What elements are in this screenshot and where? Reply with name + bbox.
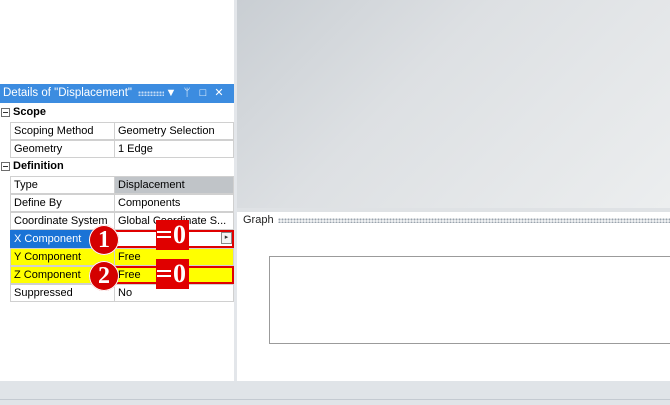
details-title: Details of "Displacement" <box>3 87 132 99</box>
tree-area-blank <box>0 0 234 82</box>
zero-value-callout-2: 0 <box>156 259 189 289</box>
row-scoping-method[interactable]: Scoping Method Geometry Selection <box>0 122 234 140</box>
row-suppressed[interactable]: Suppressed No <box>0 284 234 302</box>
equals-sign-icon <box>157 231 171 238</box>
property-name: Define By <box>10 194 114 212</box>
row-y-component[interactable]: Y Component Free <box>0 248 234 266</box>
property-name: Geometry <box>10 140 114 158</box>
property-value[interactable]: Displacement <box>114 176 234 194</box>
callout-value: 0 <box>173 259 186 288</box>
collapse-icon[interactable] <box>1 162 10 171</box>
graph-grip[interactable] <box>278 218 670 223</box>
row-type[interactable]: Type Displacement <box>0 176 234 194</box>
property-value[interactable]: Components <box>114 194 234 212</box>
status-bar-divider <box>0 399 670 400</box>
step-marker-1: 1 <box>89 225 119 255</box>
row-geometry[interactable]: Geometry 1 Edge <box>0 140 234 158</box>
close-icon[interactable]: ✕ <box>212 86 226 101</box>
pin-icon[interactable]: ᛘ <box>180 86 194 101</box>
geometry-viewport[interactable] <box>237 0 670 208</box>
category-label: Scope <box>13 106 47 118</box>
category-scope[interactable]: Scope <box>0 104 234 122</box>
maximize-icon[interactable]: □ <box>196 86 210 101</box>
property-name: Type <box>10 176 114 194</box>
equals-sign-icon <box>157 270 171 277</box>
property-value[interactable]: 1 Edge <box>114 140 234 158</box>
collapse-icon[interactable] <box>1 108 10 117</box>
row-define-by[interactable]: Define By Components <box>0 194 234 212</box>
dropdown-icon[interactable]: ▼ <box>164 86 178 101</box>
details-title-bar[interactable]: Details of "Displacement" ▼ ᛘ □ ✕ <box>0 84 234 103</box>
status-bar <box>0 381 670 405</box>
category-label: Definition <box>13 160 64 172</box>
title-grip <box>138 91 164 96</box>
row-coordinate-system[interactable]: Coordinate System Global Coordinate S... <box>0 212 234 230</box>
graph-title: Graph <box>243 214 274 226</box>
graph-plot-area[interactable] <box>269 256 670 344</box>
property-name: Scoping Method <box>10 122 114 140</box>
property-value[interactable]: Geometry Selection <box>114 122 234 140</box>
callout-value: 0 <box>173 220 186 249</box>
step-marker-2: 2 <box>89 261 119 291</box>
category-definition[interactable]: Definition <box>0 158 234 176</box>
zero-value-callout-1: 0 <box>156 220 189 250</box>
